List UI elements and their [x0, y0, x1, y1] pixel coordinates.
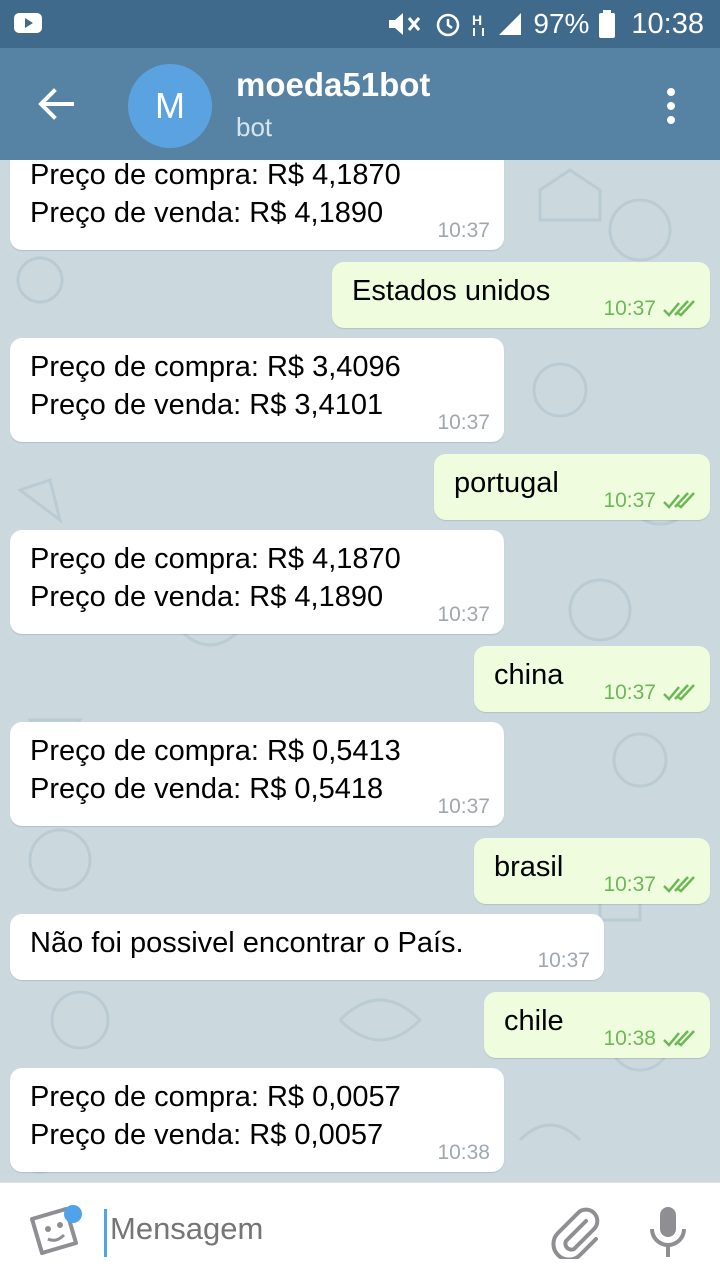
- attach-icon[interactable]: [548, 1205, 602, 1259]
- more-vert-icon[interactable]: [656, 84, 686, 128]
- notification-dot: [64, 1205, 82, 1223]
- message-timestamp: 10:37: [437, 219, 490, 242]
- incoming-message-bubble[interactable]: Não foi possivel encontrar o País. 10:37: [10, 914, 604, 980]
- message-time: 10:37: [437, 796, 490, 818]
- battery-icon: [599, 10, 616, 38]
- chat-subtitle: bot: [236, 112, 273, 142]
- message-timestamp: 10:37: [537, 949, 590, 972]
- message-time: 10:37: [603, 490, 696, 512]
- battery-percent: 97%: [533, 8, 590, 39]
- message-timestamp: 10:37: [437, 411, 490, 434]
- message-text-line: Preço de compra: R$ 0,5413: [30, 735, 401, 767]
- alarm-icon: [437, 13, 460, 37]
- message-text-line: Preço de venda: R$ 4,1890: [30, 581, 384, 613]
- text-cursor: [104, 1209, 107, 1257]
- double-check-icon: [663, 1030, 695, 1047]
- message-time: 10:38: [603, 1028, 696, 1050]
- message-list[interactable]: Preço de compra: R$ 4,1870 Preço de venda…: [0, 160, 720, 1182]
- avatar-letter: M: [155, 85, 185, 126]
- chat-title[interactable]: moeda51bot: [236, 66, 430, 104]
- message-time: 10:37: [437, 604, 490, 626]
- message-text-line: Preço de venda: R$ 4,1890: [30, 197, 384, 229]
- message-text-line: Preço de compra: R$ 4,1870: [30, 543, 401, 575]
- message-time: 10:37: [437, 412, 490, 434]
- svg-text:H: H: [472, 12, 482, 28]
- youtube-icon: [14, 13, 42, 33]
- message-text-line: Preço de compra: R$ 0,0057: [30, 1081, 401, 1113]
- message-text-line: Preço de venda: R$ 0,0057: [30, 1119, 384, 1151]
- message-timestamp: 10:37: [603, 681, 656, 704]
- double-check-icon: [663, 492, 695, 509]
- message-text-line: Preço de compra: R$ 4,1870: [30, 160, 401, 191]
- message-time: 10:37: [603, 298, 696, 320]
- double-check-icon: [663, 684, 695, 701]
- message-time: 10:37: [603, 874, 696, 896]
- message-timestamp: 10:38: [437, 1141, 490, 1164]
- message-timestamp: 10:37: [603, 297, 656, 320]
- double-check-icon: [663, 876, 695, 893]
- mute-icon: [389, 13, 421, 35]
- chat-header: M moeda51bot bot: [0, 48, 720, 160]
- outgoing-message-bubble[interactable]: chile 10:38: [484, 992, 710, 1058]
- message-text-line: Preço de compra: R$ 3,4096: [30, 351, 401, 383]
- status-bar: H 97% 10:38: [0, 0, 720, 48]
- message-timestamp: 10:37: [603, 873, 656, 896]
- message-timestamp: 10:37: [437, 795, 490, 818]
- message-time: 10:38: [437, 1142, 490, 1164]
- message-timestamp: 10:37: [603, 489, 656, 512]
- message-timestamp: 10:38: [603, 1027, 656, 1050]
- message-text-line: Preço de venda: R$ 3,4101: [30, 389, 384, 421]
- message-text-line: Preço de venda: R$ 0,5418: [30, 773, 384, 805]
- message-input[interactable]: [110, 1211, 510, 1247]
- outgoing-message-bubble[interactable]: china 10:37: [474, 646, 710, 712]
- incoming-message-bubble[interactable]: Preço de compra: R$ 0,0057 Preço de venda…: [10, 1068, 504, 1172]
- back-arrow-icon[interactable]: [34, 82, 78, 126]
- outgoing-message-bubble[interactable]: portugal 10:37: [434, 454, 710, 520]
- message-time: 10:37: [437, 220, 490, 242]
- incoming-message-bubble[interactable]: Preço de compra: R$ 4,1870 Preço de venda…: [10, 160, 504, 250]
- microphone-icon[interactable]: [648, 1205, 688, 1261]
- avatar[interactable]: M: [128, 64, 212, 148]
- message-text-line: Não foi possivel encontrar o País.: [30, 927, 464, 959]
- incoming-message-bubble[interactable]: Preço de compra: R$ 4,1870 Preço de venda…: [10, 530, 504, 634]
- outgoing-message-bubble[interactable]: brasil 10:37: [474, 838, 710, 904]
- signal-icon: [499, 13, 522, 35]
- input-bar: [0, 1182, 720, 1281]
- message-time: 10:37: [537, 950, 590, 972]
- clock-time: 10:38: [631, 7, 704, 40]
- outgoing-message-bubble[interactable]: Estados unidos 10:37: [332, 262, 710, 328]
- incoming-message-bubble[interactable]: Preço de compra: R$ 3,4096 Preço de venda…: [10, 338, 504, 442]
- message-timestamp: 10:37: [437, 603, 490, 626]
- incoming-message-bubble[interactable]: Preço de compra: R$ 0,5413 Preço de venda…: [10, 722, 504, 826]
- data-h-icon: H: [472, 12, 485, 36]
- message-time: 10:37: [603, 682, 696, 704]
- double-check-icon: [663, 300, 695, 317]
